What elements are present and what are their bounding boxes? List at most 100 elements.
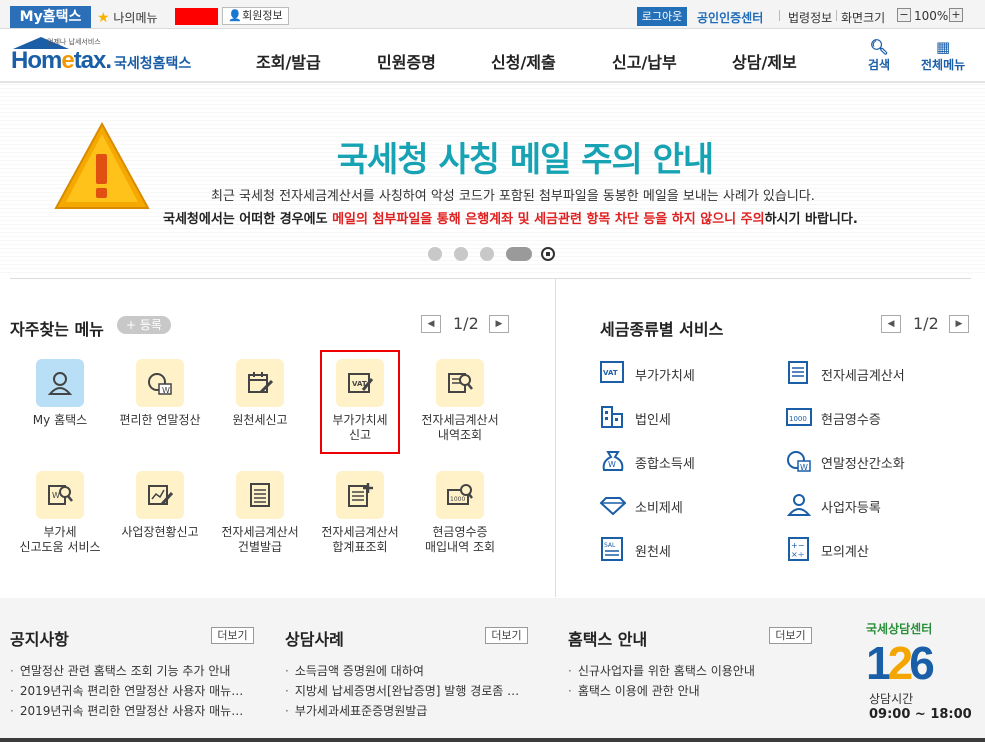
tax-services-title: 세금종류별 서비스 — [600, 320, 724, 339]
tax-service-label: 법인세 — [635, 413, 671, 428]
notice-more-button[interactable]: 더보기 — [211, 627, 254, 644]
member-info-label: 회원정보 — [242, 9, 283, 22]
case-item[interactable]: 지방세 납세증명서[완납증명] 발행 경로좀 … — [285, 682, 519, 699]
freq-next-button[interactable]: ▶ — [489, 315, 509, 333]
nav-report-pay[interactable]: 신고/납부 — [612, 49, 677, 73]
svg-text:W: W — [608, 460, 616, 469]
freq-item-e-invoice-issue[interactable]: 전자세금계산서 건별발급 — [215, 471, 305, 555]
freq-item-label-line: 매입내역 조회 — [424, 540, 496, 554]
center-number-digit: 2 — [887, 637, 914, 689]
freq-item-e-invoice-summary[interactable]: 전자세금계산서 합계표조회 — [315, 471, 405, 555]
banner-text-part: 하시기 바랍니다. — [764, 212, 858, 227]
logo-wordmark-part: tax. — [73, 47, 112, 74]
zoom-in-button[interactable]: + — [949, 8, 963, 22]
svg-text:W: W — [800, 463, 808, 472]
center-number-digit: 6 — [909, 637, 935, 689]
freq-item-withholding-report[interactable]: 원천세신고 — [215, 359, 305, 428]
case-item[interactable]: 부가세과세표준증명원발급 — [285, 702, 427, 719]
nav-inquiry-issue[interactable]: 조회/발급 — [256, 49, 321, 73]
freq-item-label: 편리한 연말정산 — [115, 413, 205, 428]
board-section: 공지사항 더보기 연말정산 관련 홈택스 조회 기능 추가 안내 2019년귀속… — [0, 598, 985, 742]
footer-bar — [0, 738, 985, 742]
person-icon: 👤 — [228, 9, 243, 22]
register-button[interactable]: + 등록 — [117, 316, 171, 334]
divider — [779, 10, 780, 21]
money-bag-icon: W — [602, 451, 624, 471]
freq-item-year-end-settlement[interactable]: W 편리한 연말정산 — [115, 359, 205, 428]
banner-dot[interactable] — [480, 247, 494, 261]
chart-pen-icon — [136, 471, 184, 519]
divider — [555, 279, 556, 597]
freq-item-label-line: 사업장현황신고 — [121, 525, 199, 539]
hometax-logo[interactable]: 언제나 납세서비스 Hometax. 국세청홈택스 — [11, 37, 196, 77]
search-icon: 🔍︎ — [869, 38, 889, 56]
person-icon — [786, 494, 812, 516]
my-hometax-button[interactable]: My홈택스 — [10, 6, 91, 28]
zoom-out-button[interactable]: − — [897, 8, 911, 22]
consult-center-title: 국세상담센터 — [866, 622, 933, 636]
doc-w-search-icon: W — [36, 471, 84, 519]
freq-item-label: 현금영수증 매입내역 조회 — [415, 525, 505, 555]
cases-more-button[interactable]: 더보기 — [485, 627, 528, 644]
notice-item[interactable]: 2019년귀속 편리한 연말정산 사용자 매뉴… — [10, 702, 243, 719]
all-menu-button[interactable]: ▦ 전체메뉴 — [921, 38, 965, 73]
nav-consult-report[interactable]: 상담/제보 — [732, 49, 797, 73]
member-info-button[interactable]: 👤회원정보 — [222, 7, 289, 25]
tax-next-button[interactable]: ▶ — [949, 315, 969, 333]
guide-title: 홈택스 안내 — [568, 630, 648, 649]
banner-text-highlight: 메일의 첨부파일을 통해 은행계좌 및 세금관련 항목 차단 등을 하지 않으니… — [332, 212, 765, 227]
freq-item-label-line: 부가세 — [43, 525, 77, 539]
tax-service-label: 모의계산 — [821, 545, 869, 560]
freq-item-label: 전자세금계산서 합계표조회 — [315, 525, 405, 555]
notice-item[interactable]: 연말정산 관련 홈택스 조회 기능 추가 안내 — [10, 662, 231, 679]
receipt-1000-icon: 1000 — [436, 471, 484, 519]
guide-item[interactable]: 홈택스 이용에 관한 안내 — [568, 682, 700, 699]
banner-stop-button[interactable] — [541, 247, 555, 261]
notice-banner[interactable]: 국세청 사칭 메일 주의 안내 최근 국세청 전자세금계산서를 사칭하여 악성 … — [0, 84, 985, 276]
freq-item-vat-help[interactable]: W 부가세 신고도움 서비스 — [15, 471, 105, 555]
logout-button[interactable]: 로그아웃 — [637, 7, 687, 26]
case-item[interactable]: 소득금액 증명원에 대하여 — [285, 662, 424, 679]
guide-item[interactable]: 신규사업자를 위한 홈택스 이용안내 — [568, 662, 755, 679]
nav-apply-submit[interactable]: 신청/제출 — [491, 49, 556, 73]
guide-more-button[interactable]: 더보기 — [769, 627, 812, 644]
my-menu-label: 나의메뉴 — [113, 11, 158, 25]
freq-item-e-invoice-history[interactable]: 전자세금계산서 내역조회 — [415, 359, 505, 443]
salary-doc-icon: SAL — [601, 537, 623, 561]
screen-size-label: 화면크기 — [841, 11, 886, 25]
cert-center-link[interactable]: 공인인증센터 — [697, 9, 763, 26]
freq-item-label-line: 내역조회 — [437, 428, 483, 442]
main-header: 언제나 납세서비스 Hometax. 국세청홈택스 조회/발급 민원증명 신청/… — [0, 29, 985, 83]
notice-item[interactable]: 2019년귀속 편리한 연말정산 사용자 매뉴… — [10, 682, 243, 699]
freq-item-label-line: 신고도움 서비스 — [19, 540, 101, 554]
person-icon — [36, 359, 84, 407]
freq-item-business-status[interactable]: 사업장현황신고 — [115, 471, 205, 540]
freq-item-label: 전자세금계산서 건별발급 — [215, 525, 305, 555]
tax-service-label: 원천세 — [635, 545, 671, 560]
invoice-plus-icon — [336, 471, 384, 519]
my-menu-link[interactable]: ★ 나의메뉴 — [97, 9, 158, 26]
freq-item-my-hometax[interactable]: My 홈택스 — [15, 359, 105, 428]
tax-prev-button[interactable]: ◀ — [881, 315, 901, 333]
top-utility-bar: My홈택스 ★ 나의메뉴 👤회원정보 로그아웃 공인인증센터 법령정보 화면크기… — [0, 0, 985, 29]
banner-dot-active[interactable] — [506, 247, 532, 261]
freq-prev-button[interactable]: ◀ — [421, 315, 441, 333]
law-info-link[interactable]: 법령정보 — [788, 9, 832, 26]
svg-text:1000: 1000 — [450, 496, 465, 503]
search-button[interactable]: 🔍︎ 검색 — [868, 38, 890, 73]
diamond-icon — [600, 497, 626, 516]
freq-item-cash-receipt[interactable]: 1000 현금영수증 매입내역 조회 — [415, 471, 505, 555]
tax-service-label: 종합소득세 — [635, 457, 695, 472]
nav-civil-certificate[interactable]: 민원증명 — [377, 49, 436, 73]
calendar-pen-icon — [236, 359, 284, 407]
hometax-page: My홈택스 ★ 나의메뉴 👤회원정보 로그아웃 공인인증센터 법령정보 화면크기… — [0, 0, 985, 742]
banner-text-part: 국세청에서는 어떠한 경우에도 — [163, 212, 333, 227]
star-icon: ★ — [97, 10, 110, 26]
freq-item-label-line: 현금영수증 — [432, 525, 488, 539]
freq-item-label-line: My 홈택스 — [32, 413, 88, 427]
tax-service-label: 전자세금계산서 — [821, 369, 905, 384]
banner-dot[interactable] — [428, 247, 442, 261]
coin-w-icon: W — [787, 451, 811, 472]
grid-menu-icon: ▦ — [935, 38, 951, 56]
banner-dot[interactable] — [454, 247, 468, 261]
